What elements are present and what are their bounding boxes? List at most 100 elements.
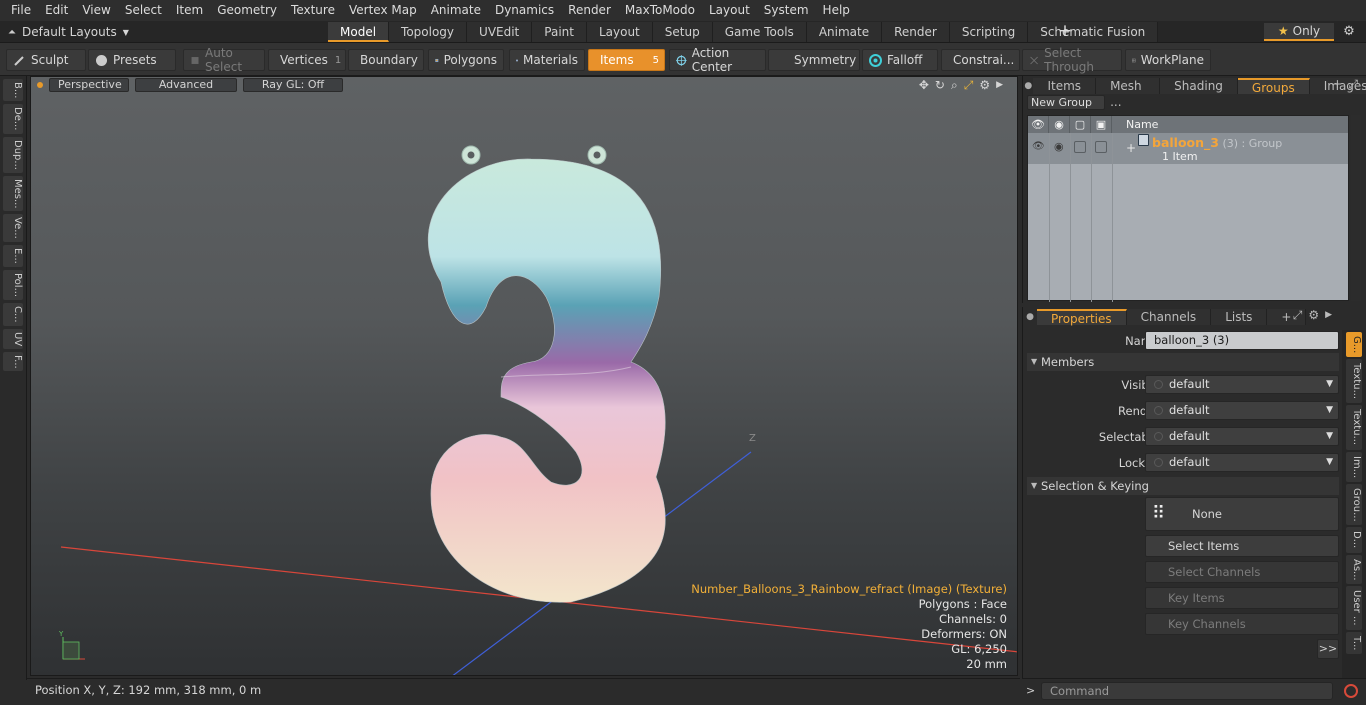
sculpt-button[interactable]: Sculpt (6, 49, 86, 71)
left-strip-tab[interactable]: Ve... (3, 214, 23, 243)
raygl-button[interactable]: Ray GL: Off (243, 78, 343, 92)
presets-button[interactable]: Presets (88, 49, 176, 71)
tab-animate[interactable]: Animate (806, 22, 883, 42)
menu-animate[interactable]: Animate (424, 0, 488, 21)
constraints-button[interactable]: Constrai... (941, 49, 1020, 71)
gear-icon[interactable]: ⚙ (1340, 23, 1358, 41)
shading-mode-button[interactable]: Advanced (135, 78, 237, 92)
left-strip-tab[interactable]: Pol... (3, 269, 23, 300)
name-field[interactable]: balloon_3 (3) (1145, 331, 1339, 350)
materials-button[interactable]: Materials (509, 49, 585, 71)
tab-scripting[interactable]: Scripting (949, 22, 1029, 42)
left-strip-tab[interactable]: De... (3, 104, 23, 134)
3d-viewport[interactable]: Z Perspective Advanced Ray GL: Off ✥ ↻ ⌕… (30, 76, 1018, 676)
left-strip-tab[interactable]: E... (3, 245, 23, 267)
left-strip-tab[interactable]: UV (3, 328, 23, 349)
expand-button[interactable]: >> (1317, 639, 1339, 659)
tab-setup[interactable]: Setup (652, 22, 713, 42)
items-button[interactable]: Items 5 (588, 49, 665, 71)
zoom-view-icon[interactable]: ⌕ (951, 78, 958, 93)
left-strip-tab[interactable]: Dup... (3, 136, 23, 173)
right-strip-tab[interactable]: D... (1346, 527, 1362, 553)
panel-tab-items[interactable]: Items (1033, 78, 1097, 94)
right-strip-tab[interactable]: T... (1346, 631, 1362, 655)
select-channels-button[interactable]: Select Channels (1145, 561, 1339, 583)
left-strip-tab[interactable]: F... (3, 351, 23, 372)
workplane-button[interactable]: WorkPlane (1125, 49, 1211, 71)
tab-layout[interactable]: Layout (586, 22, 653, 42)
menu-dynamics[interactable]: Dynamics (488, 0, 561, 21)
selectable-checkbox[interactable] (1074, 141, 1086, 153)
vertices-button[interactable]: Vertices 1 (268, 49, 346, 71)
visibility-eye-icon[interactable]: 👁 (1032, 141, 1045, 152)
menu-file[interactable]: File (4, 0, 38, 21)
rotate-view-icon[interactable]: ↻ (935, 78, 945, 92)
menu-item[interactable]: Item (169, 0, 210, 21)
layouts-dropdown[interactable]: ⏶ Default Layouts ▼ (8, 23, 129, 41)
lock-checkbox[interactable] (1095, 141, 1107, 153)
selectable-dropdown[interactable]: default ▼ (1145, 427, 1339, 446)
tab-paint[interactable]: Paint (532, 22, 587, 42)
new-group-button[interactable]: New Group (1027, 95, 1105, 110)
record-icon[interactable] (1344, 684, 1358, 698)
menu-edit[interactable]: Edit (38, 0, 75, 21)
view-mode-button[interactable]: Perspective (49, 78, 129, 92)
action-center-button[interactable]: Action Center (669, 46, 766, 74)
right-strip-tab[interactable]: User ... (1346, 586, 1362, 630)
falloff-button[interactable]: Falloff (862, 49, 938, 71)
only-button[interactable]: ★ Only (1264, 23, 1334, 41)
locked-dropdown[interactable]: default ▼ (1145, 453, 1339, 472)
groups-scrollbar[interactable] (1351, 115, 1361, 301)
select-through-button[interactable]: Select Through (1022, 46, 1122, 74)
add-tab-icon[interactable]: + (1332, 77, 1342, 91)
select-items-button[interactable]: Select Items (1145, 535, 1339, 557)
expand-panel-icon[interactable]: ⤢ (1348, 77, 1358, 92)
tab-render[interactable]: Render (882, 22, 950, 42)
viewport-gear-icon[interactable]: ⚙ (979, 78, 990, 92)
menu-help[interactable]: Help (816, 0, 857, 21)
group-name[interactable]: balloon_3 (3) : Group (1152, 135, 1282, 150)
move-view-icon[interactable]: ✥ (919, 78, 929, 92)
key-items-button[interactable]: Key Items (1145, 587, 1339, 609)
expand-panel-icon[interactable]: ⤢ (1293, 308, 1303, 323)
render-dropdown[interactable]: default ▼ (1145, 401, 1339, 420)
fit-view-icon[interactable]: ⤢ (964, 78, 974, 93)
menu-layout[interactable]: Layout (702, 0, 757, 21)
panel-menu-dot[interactable]: ● (1023, 78, 1033, 94)
panel-menu-dot[interactable]: ● (1023, 309, 1037, 325)
right-strip-tab[interactable]: Textu... (1346, 359, 1362, 404)
members-section[interactable]: ▼ Members (1027, 353, 1339, 371)
viewport-arrow-icon[interactable]: ▶ (996, 80, 1003, 90)
properties-gear-icon[interactable]: ⚙ (1308, 308, 1319, 322)
properties-arrow-icon[interactable]: ▶ (1325, 310, 1332, 320)
menu-view[interactable]: View (75, 0, 117, 21)
right-strip-tab[interactable]: Textu... (1346, 405, 1362, 450)
left-strip-tab[interactable]: C... (3, 302, 23, 326)
tab-schematic-fusion[interactable]: Schematic Fusion (1028, 22, 1159, 42)
none-button[interactable]: ⠿ None (1145, 497, 1339, 531)
right-strip-tab[interactable]: As... (1346, 554, 1362, 585)
left-strip-tab[interactable]: Mes... (3, 175, 23, 212)
panel-tab-channels[interactable]: Channels (1126, 309, 1212, 325)
left-strip-tab[interactable]: B... (3, 79, 23, 102)
visible-dropdown[interactable]: default ▼ (1145, 375, 1339, 394)
panel-tab-shading[interactable]: Shading (1160, 78, 1238, 94)
menu-geometry[interactable]: Geometry (210, 0, 284, 21)
tab-model[interactable]: Model (328, 22, 390, 42)
menu-maxtomodo[interactable]: MaxToModo (618, 0, 702, 21)
menu-select[interactable]: Select (118, 0, 169, 21)
right-strip-tab[interactable]: Im... (1346, 451, 1362, 482)
menu-render[interactable]: Render (561, 0, 618, 21)
panel-tab-groups[interactable]: Groups (1237, 78, 1310, 95)
right-strip-tab[interactable]: Grou... (1346, 483, 1362, 526)
auto-select-button[interactable]: Auto Select (183, 46, 265, 74)
selection-keying-section[interactable]: ▼ Selection & Keying (1027, 477, 1339, 495)
panel-tab-properties[interactable]: Properties (1037, 309, 1127, 326)
command-input[interactable]: Command (1041, 682, 1333, 700)
polygons-button[interactable]: Polygons (428, 49, 504, 71)
boundary-button[interactable]: Boundary (348, 49, 424, 71)
menu-texture[interactable]: Texture (284, 0, 342, 21)
key-channels-button[interactable]: Key Channels (1145, 613, 1339, 635)
viewport-menu-dot[interactable] (37, 82, 43, 88)
right-strip-tab[interactable]: G... (1346, 332, 1362, 358)
